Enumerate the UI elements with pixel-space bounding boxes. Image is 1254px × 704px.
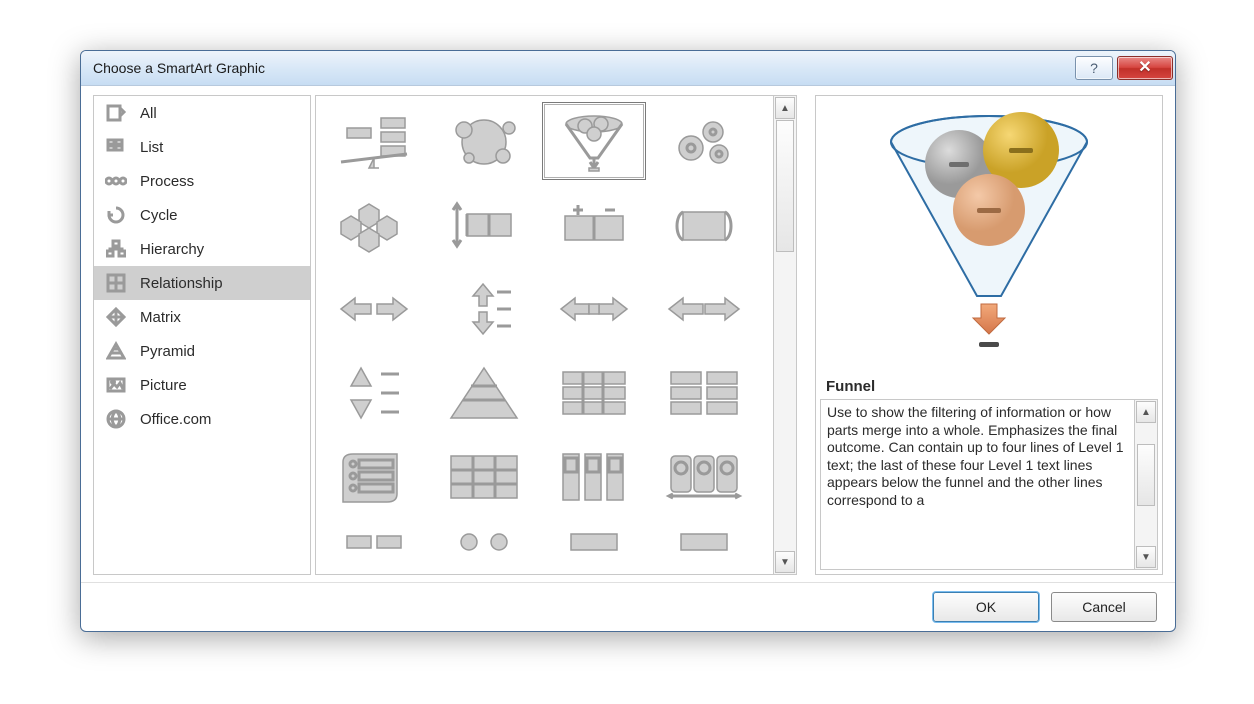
ok-button[interactable]: OK bbox=[933, 592, 1039, 622]
category-label: Matrix bbox=[140, 309, 181, 326]
gallery-item-nested-target[interactable] bbox=[542, 522, 646, 574]
help-icon: ? bbox=[1090, 51, 1098, 85]
scroll-track[interactable] bbox=[776, 120, 794, 550]
picture-icon bbox=[104, 373, 128, 397]
gallery-item-radial-list[interactable] bbox=[322, 438, 426, 516]
scroll-down-button[interactable]: ▼ bbox=[775, 551, 795, 573]
gallery-item-diverging-arrows[interactable] bbox=[432, 270, 536, 348]
gallery-item-opposing-ideas[interactable] bbox=[652, 186, 756, 264]
gallery-item-stacked-venn[interactable] bbox=[322, 354, 426, 432]
category-label: Process bbox=[140, 173, 194, 190]
pyramid-icon bbox=[104, 339, 128, 363]
category-matrix[interactable]: Matrix bbox=[94, 300, 310, 334]
gallery-item-basic-target[interactable] bbox=[432, 522, 536, 574]
scroll-thumb[interactable] bbox=[776, 120, 794, 252]
cancel-button[interactable]: Cancel bbox=[1051, 592, 1157, 622]
preview-description-box: Use to show the filtering of information… bbox=[820, 399, 1158, 570]
gallery-item-opposing-arrows[interactable] bbox=[322, 270, 426, 348]
all-icon bbox=[104, 101, 128, 125]
gallery-item-circle-relationship[interactable] bbox=[432, 102, 536, 180]
category-label: All bbox=[140, 105, 157, 122]
category-label: Relationship bbox=[140, 275, 223, 292]
category-cycle[interactable]: Cycle bbox=[94, 198, 310, 232]
gallery-item-plus-minus[interactable] bbox=[542, 186, 646, 264]
gallery-item-basic-pyramid[interactable] bbox=[432, 354, 536, 432]
gallery-item-table-list[interactable] bbox=[432, 438, 536, 516]
gallery-item-balance[interactable] bbox=[322, 102, 426, 180]
gallery-item-hexagon-cluster[interactable] bbox=[322, 186, 426, 264]
category-label: Hierarchy bbox=[140, 241, 204, 258]
category-panel: All List Process Cycle bbox=[93, 95, 311, 575]
gallery-item-gears[interactable] bbox=[652, 102, 756, 180]
category-label: Cycle bbox=[140, 207, 178, 224]
gallery-item-counterbalance-arrows[interactable] bbox=[542, 270, 646, 348]
list-icon bbox=[104, 135, 128, 159]
globe-icon bbox=[104, 407, 128, 431]
dialog-footer: OK Cancel bbox=[81, 582, 1175, 631]
preview-image bbox=[816, 96, 1162, 376]
preview-description: Use to show the filtering of information… bbox=[827, 404, 1129, 565]
category-list[interactable]: List bbox=[94, 130, 310, 164]
scroll-down-button[interactable]: ▼ bbox=[1136, 546, 1156, 568]
category-relationship[interactable]: Relationship bbox=[94, 266, 310, 300]
preview-title: Funnel bbox=[816, 376, 1162, 399]
cycle-icon bbox=[104, 203, 128, 227]
gallery-item-continuous-picture[interactable] bbox=[652, 522, 756, 574]
matrix-icon bbox=[104, 305, 128, 329]
gallery-item-funnel[interactable] bbox=[542, 102, 646, 180]
gallery-panel: ▲ ▼ bbox=[315, 95, 797, 575]
scroll-track[interactable] bbox=[1137, 424, 1155, 545]
category-process[interactable]: Process bbox=[94, 164, 310, 198]
process-icon bbox=[104, 169, 128, 193]
preview-panel: Funnel Use to show the filtering of info… bbox=[815, 95, 1163, 575]
gallery-item-linear-venn[interactable] bbox=[652, 438, 756, 516]
scroll-up-button[interactable]: ▲ bbox=[775, 97, 795, 119]
hierarchy-icon bbox=[104, 237, 128, 261]
close-button[interactable]: ✕ bbox=[1117, 56, 1173, 80]
dialog-title: Choose a SmartArt Graphic bbox=[93, 51, 1071, 85]
gallery-grid bbox=[316, 96, 772, 574]
scroll-up-button[interactable]: ▲ bbox=[1136, 401, 1156, 423]
scroll-thumb[interactable] bbox=[1137, 444, 1155, 506]
category-all[interactable]: All bbox=[94, 96, 310, 130]
gallery-item-segmented-pyramid[interactable] bbox=[322, 522, 426, 574]
help-button[interactable]: ? bbox=[1075, 56, 1113, 80]
gallery-item-segmented-process[interactable] bbox=[542, 354, 646, 432]
description-scrollbar[interactable]: ▲ ▼ bbox=[1134, 400, 1157, 569]
relationship-icon bbox=[104, 271, 128, 295]
gallery-item-converging-arrows[interactable] bbox=[432, 186, 536, 264]
category-pyramid[interactable]: Pyramid bbox=[94, 334, 310, 368]
category-label: Office.com bbox=[140, 411, 211, 428]
category-picture[interactable]: Picture bbox=[94, 368, 310, 402]
category-label: Picture bbox=[140, 377, 187, 394]
dialog-body: All List Process Cycle bbox=[93, 95, 1163, 575]
gallery-item-vertical-box-list[interactable] bbox=[542, 438, 646, 516]
close-icon: ✕ bbox=[1138, 51, 1151, 85]
smartart-dialog: Choose a SmartArt Graphic ? ✕ All List bbox=[80, 50, 1176, 632]
gallery-scrollbar[interactable]: ▲ ▼ bbox=[773, 96, 796, 574]
gallery-item-grouped-list[interactable] bbox=[652, 354, 756, 432]
category-label: Pyramid bbox=[140, 343, 195, 360]
dialog-titlebar: Choose a SmartArt Graphic ? ✕ bbox=[81, 51, 1175, 86]
category-label: List bbox=[140, 139, 163, 156]
category-officecom[interactable]: Office.com bbox=[94, 402, 310, 436]
category-hierarchy[interactable]: Hierarchy bbox=[94, 232, 310, 266]
gallery-item-arrow-ribbon[interactable] bbox=[652, 270, 756, 348]
